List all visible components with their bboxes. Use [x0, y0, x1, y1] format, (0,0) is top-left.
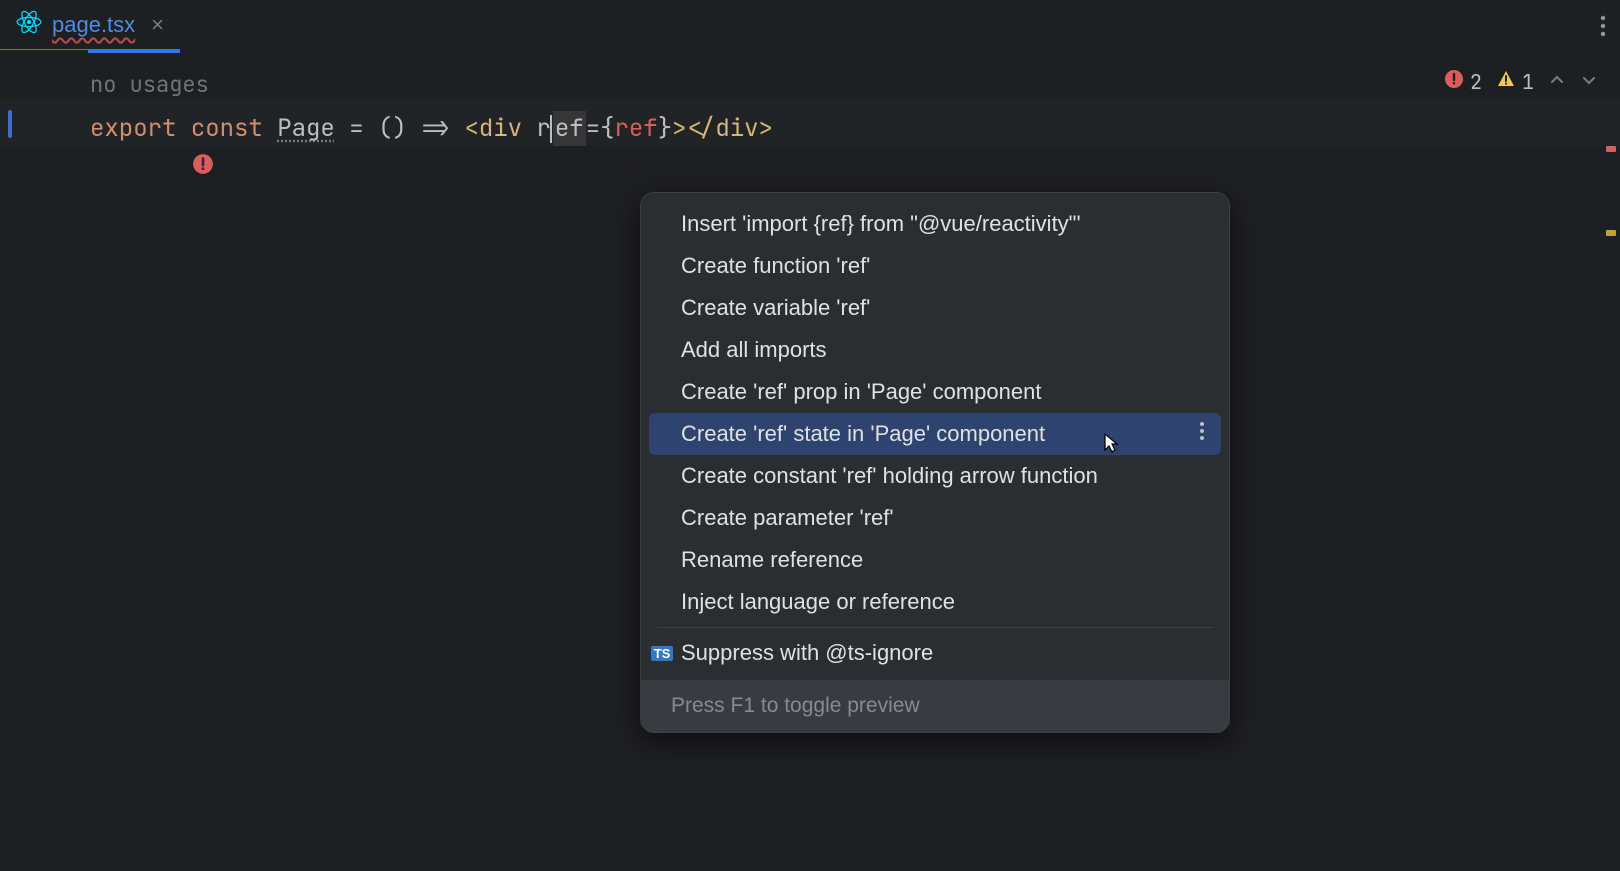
arrow-op: =>	[407, 113, 465, 144]
close-tag: </div>	[687, 113, 773, 144]
intention-item-label: Suppress with @ts-ignore	[681, 640, 933, 666]
intention-item-label: Create 'ref' state in 'Page' component	[681, 421, 1045, 447]
tab-bar: page.tsx ×	[0, 0, 1620, 50]
identifier-page: Page	[277, 113, 335, 144]
parens: ()	[378, 113, 407, 144]
item-more-icon[interactable]	[1199, 421, 1205, 447]
usages-inlay[interactable]: no usages	[88, 50, 1620, 99]
warning-icon	[1496, 69, 1516, 95]
jsx-attr-post: ef	[553, 111, 586, 146]
chevron-down-icon[interactable]	[1580, 69, 1598, 95]
intention-item-import-vue[interactable]: Insert 'import {ref} from "@vue/reactivi…	[641, 203, 1229, 245]
close-angle: >	[672, 113, 686, 144]
intention-item-create-function[interactable]: Create function 'ref'	[641, 245, 1229, 287]
keyword-export: export	[90, 113, 176, 144]
inspection-widget[interactable]: 2 1	[1444, 69, 1598, 95]
more-menu-icon[interactable]	[1600, 15, 1606, 44]
intention-list: Insert 'import {ref} from "@vue/reactivi…	[641, 193, 1229, 680]
intention-item-create-constant[interactable]: Create constant 'ref' holding arrow func…	[641, 455, 1229, 497]
ref-variable: ref	[615, 113, 658, 144]
react-icon	[16, 9, 42, 42]
intention-item-create-variable[interactable]: Create variable 'ref'	[641, 287, 1229, 329]
popup-separator	[657, 627, 1213, 628]
chevron-up-icon[interactable]	[1548, 69, 1566, 95]
open-angle: <	[464, 113, 478, 144]
code-line[interactable]: export const Page = () => <div ref={ref}…	[0, 99, 1620, 145]
intention-item-rename[interactable]: Rename reference	[641, 539, 1229, 581]
tab-filename: page.tsx	[52, 12, 135, 38]
scroll-error-marker[interactable]	[1606, 146, 1616, 152]
error-icon	[1444, 69, 1464, 95]
intention-bulb-icon[interactable]	[192, 153, 214, 182]
intention-popup: Insert 'import {ref} from "@vue/reactivi…	[640, 192, 1230, 733]
keyword-const: const	[191, 113, 263, 144]
warning-count: 1	[1522, 69, 1534, 95]
intention-item-inject[interactable]: Inject language or reference	[641, 581, 1229, 623]
brace-close: }	[658, 113, 672, 144]
warning-indicator[interactable]: 1	[1496, 69, 1534, 95]
intention-item-suppress[interactable]: TS Suppress with @ts-ignore	[641, 632, 1229, 674]
jsx-tag: div	[479, 113, 522, 144]
intention-item-create-prop[interactable]: Create 'ref' prop in 'Page' component	[641, 371, 1229, 413]
close-icon[interactable]: ×	[151, 12, 164, 38]
intention-item-create-parameter[interactable]: Create parameter 'ref'	[641, 497, 1229, 539]
scroll-warning-marker[interactable]	[1606, 230, 1616, 236]
typescript-icon: TS	[649, 646, 675, 661]
intention-item-add-imports[interactable]: Add all imports	[641, 329, 1229, 371]
gutter	[0, 50, 88, 871]
editor-tab[interactable]: page.tsx ×	[0, 0, 180, 50]
scrollbar[interactable]	[1604, 50, 1618, 871]
brace-open: {	[600, 113, 614, 144]
editor-container: 2 1 no usages export const Page = () => …	[0, 50, 1620, 871]
intention-item-create-state[interactable]: Create 'ref' state in 'Page' component	[649, 413, 1221, 455]
jsx-attr-pre: r	[536, 113, 550, 144]
error-count: 2	[1470, 69, 1482, 95]
error-indicator[interactable]: 2	[1444, 69, 1482, 95]
equals-op: =	[335, 113, 378, 144]
attr-equals: =	[586, 113, 600, 144]
popup-footer-hint: Press F1 to toggle preview	[641, 680, 1229, 732]
text-cursor	[550, 115, 552, 143]
